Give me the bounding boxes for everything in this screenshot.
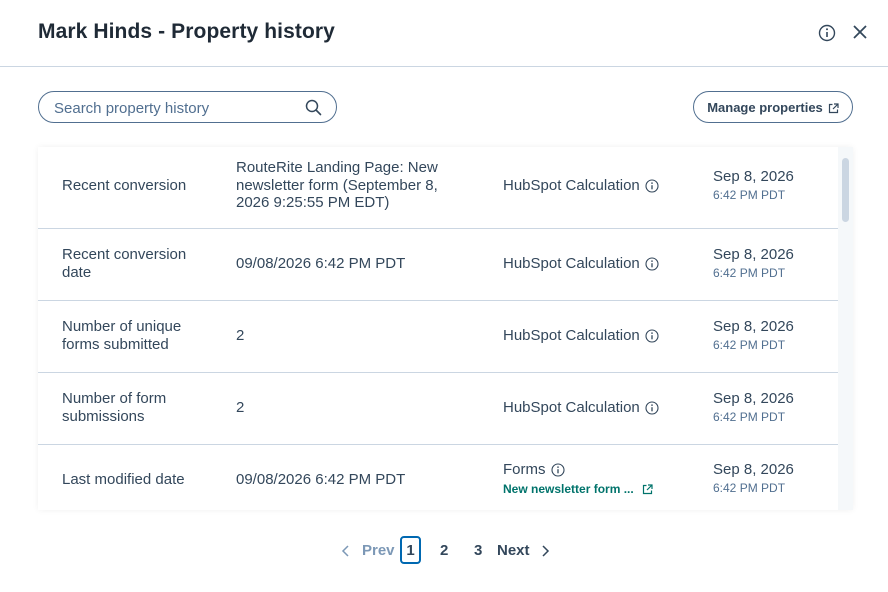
modal-title: Mark Hinds - Property history	[38, 20, 335, 43]
property-history-table: Recent conversion RouteRite Landing Page…	[38, 147, 853, 510]
date-text: Sep 8, 2026	[713, 318, 794, 335]
property-name: Recent conversion date	[62, 246, 187, 281]
chevron-right-icon[interactable]	[540, 544, 550, 557]
prev-page-button[interactable]: Prev	[362, 542, 395, 559]
property-date: Sep 8, 2026 6:42 PM PDT	[713, 390, 833, 426]
table-row: Number of form submissions 2 HubSpot Cal…	[38, 373, 838, 445]
manage-properties-label: Manage properties	[707, 99, 823, 115]
table-row: Last modified date 09/08/2026 6:42 PM PD…	[38, 445, 838, 510]
info-icon[interactable]	[645, 179, 659, 193]
source-link[interactable]: New newsletter form ...	[503, 482, 653, 496]
property-value: RouteRite Landing Page: New newsletter f…	[236, 159, 438, 211]
external-link-icon	[828, 102, 839, 113]
property-value: 09/08/2026 6:42 PM PDT	[236, 471, 406, 488]
date-text: Sep 8, 2026	[713, 461, 794, 478]
date-text: Sep 8, 2026	[713, 390, 794, 407]
property-source: HubSpot Calculation	[503, 177, 703, 195]
time-text: 6:42 PM PDT	[713, 187, 786, 202]
page-3-button[interactable]: 3	[474, 542, 482, 559]
external-link-icon	[642, 483, 653, 495]
property-name: Recent conversion	[62, 177, 187, 194]
chevron-left-icon[interactable]	[341, 544, 351, 557]
next-page-button[interactable]: Next	[497, 542, 530, 559]
date-text: Sep 8, 2026	[713, 246, 794, 263]
source-label: HubSpot Calculation	[503, 327, 640, 344]
source-label: HubSpot Calculation	[503, 255, 640, 272]
property-date: Sep 8, 2026 6:42 PM PDT	[713, 461, 833, 497]
table-scrollbar[interactable]	[838, 147, 853, 510]
table-row: Number of unique forms submitted 2 HubSp…	[38, 301, 838, 373]
property-name: Number of unique forms submitted	[62, 318, 182, 353]
time-text: 6:42 PM PDT	[713, 265, 786, 280]
info-icon[interactable]	[645, 401, 659, 415]
property-name: Number of form submissions	[62, 390, 167, 425]
property-value: 2	[236, 399, 245, 416]
manage-properties-button[interactable]: Manage properties	[693, 91, 853, 123]
info-icon[interactable]	[645, 329, 659, 343]
source-link-label: New newsletter form ...	[503, 482, 634, 496]
time-text: 6:42 PM PDT	[713, 409, 786, 424]
page-1-button[interactable]: 1	[400, 536, 421, 564]
modal-header: Mark Hinds - Property history	[0, 0, 888, 67]
source-label: HubSpot Calculation	[503, 399, 640, 416]
search-box[interactable]	[38, 91, 337, 123]
page-2-button[interactable]: 2	[440, 542, 448, 559]
time-text: 6:42 PM PDT	[713, 480, 786, 495]
time-text: 6:42 PM PDT	[713, 337, 786, 352]
property-value: 2	[236, 327, 245, 344]
property-value: 09/08/2026 6:42 PM PDT	[236, 255, 406, 272]
property-date: Sep 8, 2026 6:42 PM PDT	[713, 318, 833, 354]
close-icon[interactable]	[851, 23, 869, 41]
date-text: Sep 8, 2026	[713, 168, 794, 185]
source-label: Forms	[503, 461, 546, 478]
source-label: HubSpot Calculation	[503, 177, 640, 194]
property-source: Forms	[503, 461, 703, 479]
scrollbar-thumb[interactable]	[842, 158, 849, 222]
property-name: Last modified date	[62, 471, 185, 488]
info-icon[interactable]	[645, 257, 659, 271]
property-date: Sep 8, 2026 6:42 PM PDT	[713, 168, 833, 204]
property-date: Sep 8, 2026 6:42 PM PDT	[713, 246, 833, 282]
property-source: HubSpot Calculation	[503, 327, 703, 345]
search-input[interactable]	[54, 98, 294, 118]
info-icon[interactable]	[550, 463, 565, 477]
table-row: Recent conversion RouteRite Landing Page…	[38, 147, 838, 229]
search-icon[interactable]	[305, 99, 322, 116]
info-icon[interactable]	[818, 24, 836, 42]
pagination: Prev 1 2 3 Next	[0, 536, 888, 564]
table-row: Recent conversion date 09/08/2026 6:42 P…	[38, 229, 838, 301]
property-source: HubSpot Calculation	[503, 255, 703, 273]
property-source: HubSpot Calculation	[503, 399, 703, 417]
